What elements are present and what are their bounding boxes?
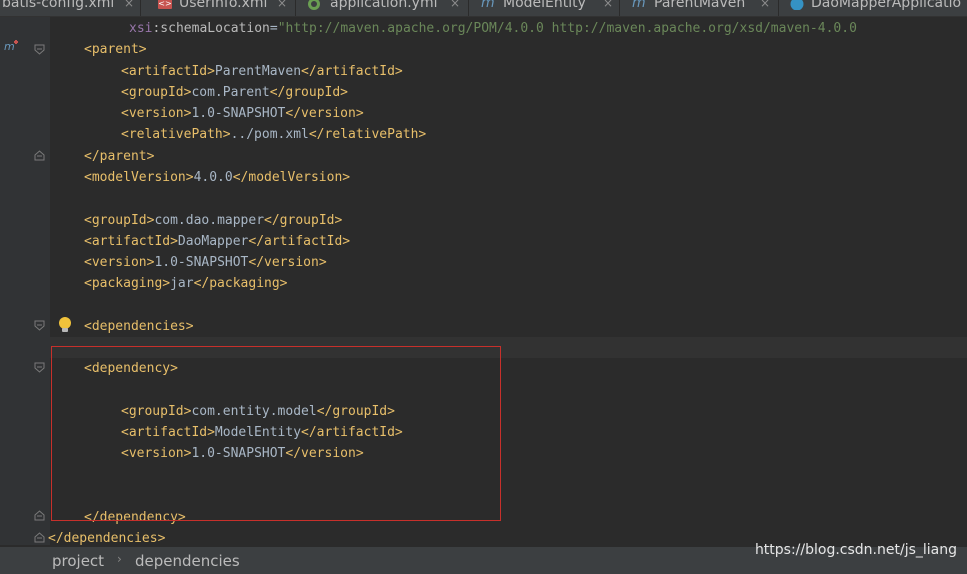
code-line: <dependencies> — [84, 316, 194, 337]
xml-tag: </version> — [285, 106, 364, 121]
xml-tag: </groupId> — [269, 85, 349, 100]
spring-leaf-icon — [308, 0, 320, 10]
xml-tag: <groupId> — [84, 213, 155, 228]
xml-tag: </artifactId> — [301, 64, 403, 79]
fold-open-icon[interactable] — [34, 362, 45, 373]
xml-text: jar — [170, 276, 194, 291]
xml-tag: <modelVersion> — [84, 170, 194, 185]
tab-userinfo[interactable]: <> UserInfo.xml × — [141, 0, 296, 16]
code-line: <parent> — [84, 39, 147, 60]
xml-namespace: xsi — [129, 21, 153, 36]
highlight-annotation-box — [51, 346, 501, 521]
svg-text:<>: <> — [158, 0, 171, 8]
xml-tag: <parent> — [84, 42, 147, 57]
tab-label: ModelEntity — [503, 0, 586, 11]
tab-batis-config[interactable]: batis-config.xml × — [0, 0, 141, 16]
xml-text: ../pom.xml — [230, 127, 309, 142]
code-line: </parent> — [84, 146, 154, 167]
xml-tag: <dependencies> — [84, 319, 194, 334]
xml-text: 1.0-SNAPSHOT — [154, 255, 249, 270]
xml-tag: <version> — [121, 106, 192, 121]
xml-tag: <artifactId> — [121, 64, 215, 79]
xml-attribute-value: "http://maven.apache.org/POM/4.0.0 http:… — [277, 21, 857, 36]
code-line: <version>1.0-SNAPSHOT</version> — [84, 252, 327, 273]
xml-attribute: :schemaLocation — [152, 21, 270, 36]
code-line: <artifactId>DaoMapper</artifactId> — [84, 231, 350, 252]
xml-tag: </packaging> — [193, 276, 288, 291]
xml-text: com.Parent — [191, 85, 270, 100]
close-icon[interactable]: × — [277, 0, 287, 11]
fold-open-icon[interactable] — [34, 320, 45, 331]
watermark-text: https://blog.csdn.net/js_liang — [754, 542, 957, 558]
code-line: <relativePath>../pom.xml</relativePath> — [121, 124, 426, 145]
tab-label: DaoMapperApplicatio — [811, 0, 962, 11]
fold-open-icon[interactable] — [34, 44, 45, 55]
close-icon[interactable]: × — [603, 0, 613, 11]
maven-m-icon[interactable]: m — [4, 39, 20, 53]
breadcrumb-separator: › — [117, 552, 122, 566]
close-icon[interactable]: × — [124, 0, 134, 11]
xml-text: DaoMapper — [177, 234, 249, 249]
xml-tag: <packaging> — [84, 276, 171, 291]
code-line: <groupId>com.Parent</groupId> — [121, 82, 348, 103]
xml-tag: </relativePath> — [308, 127, 427, 142]
tab-daomapperapplication[interactable]: DaoMapperApplicatio — [779, 0, 967, 16]
tab-label: UserInfo.xml — [179, 0, 268, 11]
code-line: <packaging>jar</packaging> — [84, 273, 288, 294]
xml-tag: <artifactId> — [84, 234, 178, 249]
maven-m-icon: m — [481, 0, 495, 11]
code-line: <groupId>com.dao.mapper</groupId> — [84, 210, 342, 231]
xml-tag: <relativePath> — [121, 127, 231, 142]
maven-m-icon: m — [632, 0, 646, 11]
lightbulb-icon[interactable] — [57, 316, 73, 334]
tab-label: ParentMaven — [654, 0, 746, 11]
xml-tag: </artifactId> — [248, 234, 351, 249]
xml-tag: </modelVersion> — [232, 170, 351, 185]
class-c-icon — [790, 0, 804, 10]
xml-tag: </groupId> — [264, 213, 343, 228]
xml-equals: = — [269, 21, 278, 36]
tab-application-yml[interactable]: application.yml × — [296, 0, 469, 16]
xml-tag: </parent> — [84, 149, 155, 164]
xml-text: 1.0-SNAPSHOT — [191, 106, 286, 121]
tab-label: application.yml — [330, 0, 438, 11]
close-icon[interactable]: × — [450, 0, 460, 11]
tab-label: batis-config.xml — [2, 0, 115, 11]
xml-text: com.dao.mapper — [154, 213, 265, 228]
code-line: <modelVersion>4.0.0</modelVersion> — [84, 167, 350, 188]
fold-close-icon[interactable] — [34, 150, 45, 161]
fold-close-icon[interactable] — [34, 510, 45, 521]
code-line: <version>1.0-SNAPSHOT</version> — [121, 103, 364, 124]
xml-text: ParentMaven — [214, 64, 302, 79]
tab-parentmaven[interactable]: m ParentMaven × — [620, 0, 779, 16]
xml-tag: <version> — [84, 255, 155, 270]
breadcrumb-item-project[interactable]: project — [52, 552, 104, 570]
xml-tag: </dependencies> — [48, 531, 166, 546]
code-line: xsi:schemaLocation="http://maven.apache.… — [129, 18, 857, 39]
close-icon[interactable]: × — [760, 0, 770, 11]
fold-close-icon[interactable] — [34, 532, 45, 543]
code-line: <artifactId>ParentMaven</artifactId> — [121, 61, 403, 82]
xml-text: 4.0.0 — [193, 170, 233, 185]
editor-gutter — [0, 17, 50, 545]
xml-tag: <groupId> — [121, 85, 192, 100]
editor-tab-bar: batis-config.xml × <> UserInfo.xml × app… — [0, 0, 967, 17]
svg-text:m: m — [4, 40, 15, 53]
xml-tag: </version> — [248, 255, 327, 270]
tab-modelentity[interactable]: m ModelEntity × — [469, 0, 620, 16]
xml-file-icon: <> — [158, 0, 172, 9]
breadcrumb-item-dependencies[interactable]: dependencies — [135, 552, 240, 570]
